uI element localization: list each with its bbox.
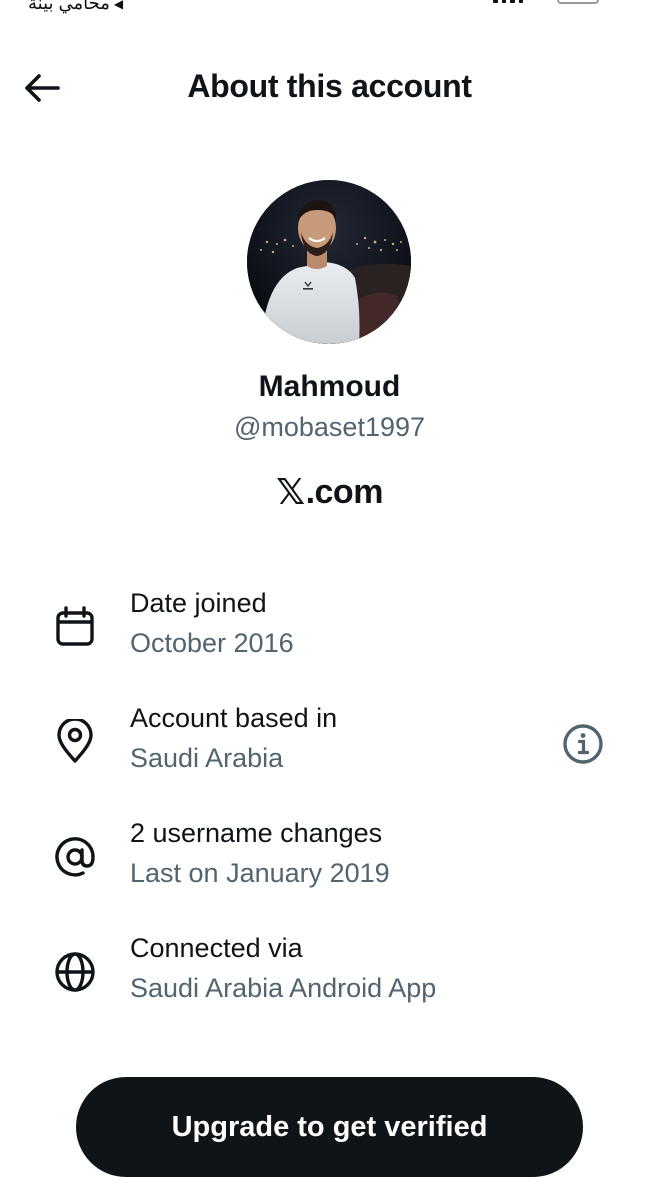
- signal-icon: [493, 0, 523, 3]
- detail-label: 2 username changes: [130, 818, 383, 848]
- detail-row-account-based-in: Account based in Saudi Arabia: [0, 703, 659, 793]
- detail-value: October 2016: [130, 628, 294, 658]
- info-icon: [563, 724, 603, 764]
- detail-row-username-changes: 2 username changes Last on January 2019: [0, 818, 659, 908]
- page-title: About this account: [187, 68, 472, 104]
- battery-icon: [557, 0, 599, 4]
- status-indicators: [493, 0, 599, 4]
- site-label: 𝕏 .com: [0, 472, 659, 513]
- back-to-app-label: محامي بينة: [28, 0, 110, 13]
- detail-value: Saudi Arabia: [130, 743, 284, 773]
- detail-label: Date joined: [130, 588, 267, 618]
- detail-label: Connected via: [130, 933, 303, 963]
- upgrade-verified-button[interactable]: Upgrade to get verified: [76, 1077, 583, 1177]
- avatar[interactable]: [247, 180, 411, 344]
- globe-icon: [52, 949, 98, 995]
- detail-label: Account based in: [130, 703, 338, 733]
- site-domain: .com: [305, 473, 384, 511]
- x-logo-glyph: 𝕏: [276, 472, 305, 513]
- detail-value: Last on January 2019: [130, 858, 390, 888]
- calendar-icon: [52, 604, 98, 650]
- display-name: Mahmoud: [258, 370, 401, 403]
- location-pin-icon: [52, 719, 98, 765]
- header: About this account: [0, 58, 659, 118]
- username-handle: @mobaset1997: [233, 412, 426, 442]
- info-button[interactable]: [560, 721, 606, 767]
- detail-value: Saudi Arabia Android App: [130, 973, 437, 1003]
- status-bar: ◀ محامي بينة: [0, 0, 659, 24]
- back-to-app-link[interactable]: ◀ محامي بينة: [28, 0, 123, 14]
- profile-photo: [247, 180, 411, 344]
- at-sign-icon: [52, 834, 98, 880]
- triangle-left-icon: ◀: [113, 0, 124, 11]
- detail-row-date-joined: Date joined October 2016: [0, 588, 659, 678]
- detail-row-connected-via: Connected via Saudi Arabia Android App: [0, 933, 659, 1023]
